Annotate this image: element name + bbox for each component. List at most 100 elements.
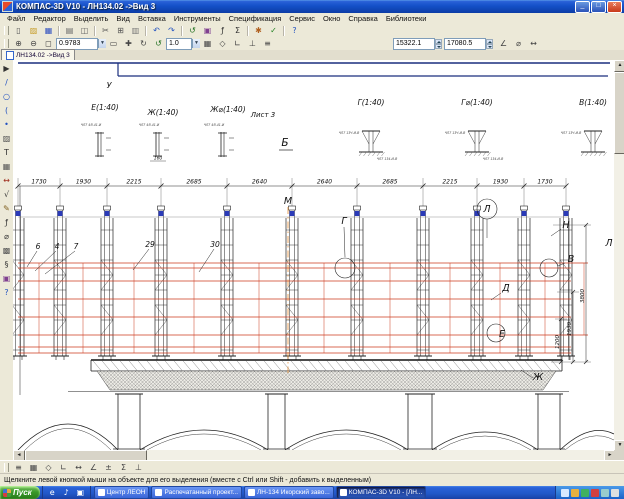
coordinate-x-spinner[interactable] xyxy=(435,38,442,49)
tray-icon[interactable] xyxy=(601,488,609,497)
grid-icon[interactable]: ▦ xyxy=(200,37,215,50)
vertical-scroll-thumb[interactable] xyxy=(614,72,624,154)
spin-down-icon[interactable] xyxy=(486,43,493,49)
copy-icon[interactable]: ⊞ xyxy=(113,24,128,37)
measure-tool-icon[interactable]: ⌀ xyxy=(0,229,13,243)
menu-item[interactable]: Выделить xyxy=(70,13,113,24)
rotate-view-icon[interactable]: ↻ xyxy=(136,37,151,50)
zoom-dropdown-icon[interactable]: ▼ xyxy=(98,39,106,48)
variables-icon[interactable]: ƒ xyxy=(215,24,230,37)
internet-explorer-icon[interactable]: e xyxy=(46,486,58,499)
dimension-icon[interactable]: ↔ xyxy=(0,173,13,187)
ortho-icon[interactable]: ∟ xyxy=(230,37,245,50)
zoom-combobox[interactable]: 0.9783 xyxy=(56,37,98,50)
toolbar-grip[interactable] xyxy=(4,39,9,48)
tray-icon[interactable] xyxy=(611,488,619,497)
pointer-icon[interactable]: ▶ xyxy=(0,61,13,75)
snap-icon[interactable]: ◇ xyxy=(215,37,230,50)
hatch-icon[interactable]: ▨ xyxy=(0,131,13,145)
specification-icon[interactable]: § xyxy=(0,257,13,271)
media-player-icon[interactable]: ♪ xyxy=(60,486,72,499)
toolbar-grip[interactable] xyxy=(4,463,9,472)
vertical-scrollbar[interactable] xyxy=(614,60,624,452)
toolbar-grip[interactable] xyxy=(4,26,9,35)
library-manager-icon[interactable]: ▣ xyxy=(200,24,215,37)
coordinate-y-spinner[interactable] xyxy=(486,38,493,49)
menu-item[interactable]: Вставка xyxy=(134,13,170,24)
table-icon[interactable]: ▦ xyxy=(0,159,13,173)
point-icon[interactable]: • xyxy=(0,117,13,131)
menu-item[interactable]: Окно xyxy=(319,13,344,24)
start-button[interactable]: Пуск xyxy=(0,486,40,499)
drawing-svg[interactable]: У Е(1:40) ЧЛ7 4Я-41-И Ж(1:40) ЧЛ7 4Я-41-И 160… xyxy=(13,60,614,450)
spell-check-icon[interactable]: ✓ xyxy=(266,24,281,37)
tray-icon[interactable] xyxy=(591,488,599,497)
measure-icon[interactable]: ↔ xyxy=(526,37,541,50)
drawing-canvas[interactable]: У Е(1:40) ЧЛ7 4Я-41-И Ж(1:40) ЧЛ7 4Я-41-И 160… xyxy=(13,60,614,450)
tray-icon[interactable] xyxy=(561,488,569,497)
drawing-line xyxy=(290,360,300,371)
pan-icon[interactable]: ✚ xyxy=(121,37,136,50)
taskbar-window-button[interactable]: Центр ЛЕОН xyxy=(93,486,150,499)
menu-item[interactable]: Справка xyxy=(344,13,381,24)
select-icon[interactable]: ▩ xyxy=(0,243,13,257)
tray-icon[interactable] xyxy=(571,488,579,497)
menu-item[interactable]: Вид xyxy=(112,13,134,24)
drawing-line xyxy=(363,151,367,157)
designation-icon[interactable]: √ xyxy=(0,187,13,201)
minimize-button[interactable] xyxy=(575,0,590,13)
menu-item[interactable]: Редактор xyxy=(29,13,69,24)
leader-line xyxy=(26,250,38,268)
circle-icon[interactable]: ○ xyxy=(0,89,13,103)
taskbar-window-button[interactable]: ЛН-134 Икорский заво... xyxy=(244,486,334,499)
edit-icon[interactable]: ✎ xyxy=(0,201,13,215)
parametric-icon[interactable]: ƒ xyxy=(0,215,13,229)
open-document-icon[interactable]: ▨ xyxy=(26,24,41,37)
redo-icon[interactable]: ↷ xyxy=(164,24,179,37)
diameter-icon[interactable]: ⌀ xyxy=(511,37,526,50)
panel-help-icon[interactable]: ? xyxy=(0,285,13,299)
drawing-line xyxy=(200,360,210,371)
scroll-up-icon[interactable] xyxy=(614,60,624,72)
print-icon[interactable]: ▤ xyxy=(62,24,77,37)
properties-icon[interactable]: ✱ xyxy=(251,24,266,37)
step-dropdown-icon[interactable]: ▼ xyxy=(192,39,200,48)
close-button[interactable] xyxy=(607,0,622,13)
local-csys-icon[interactable]: ⊥ xyxy=(245,37,260,50)
paste-icon[interactable]: ▥ xyxy=(128,24,143,37)
document-tab[interactable]: ЛН134.02 ->Вид 3 xyxy=(1,49,75,60)
drawing-line xyxy=(515,360,525,371)
tray-icon[interactable] xyxy=(581,488,589,497)
rebuild-view-icon[interactable]: ↺ xyxy=(185,24,200,37)
show-desktop-icon[interactable]: ▣ xyxy=(74,486,86,499)
maximize-button[interactable] xyxy=(591,0,606,13)
collections-icon[interactable]: ▣ xyxy=(0,271,13,285)
new-document-icon[interactable]: ▯ xyxy=(11,24,26,37)
calculator-icon[interactable]: Σ xyxy=(230,24,245,37)
dimension-text: 1200 xyxy=(555,335,561,349)
save-icon[interactable]: ▦ xyxy=(41,24,56,37)
zoom-fit-icon[interactable]: ▭ xyxy=(106,37,121,50)
arc-icon[interactable]: ( xyxy=(0,103,13,117)
menu-item[interactable]: Инструменты xyxy=(170,13,225,24)
taskbar-window-button[interactable]: КОМПАС-3D V10 - [ЛН... xyxy=(335,486,427,499)
taskbar-window-button[interactable]: Распечатанный проект... xyxy=(151,486,243,499)
menu-item[interactable]: Файл xyxy=(3,13,29,24)
cursor-step-field[interactable]: 1.0 xyxy=(166,37,192,50)
menu-item[interactable]: Библиотеки xyxy=(382,13,431,24)
help-icon[interactable]: ? xyxy=(287,24,302,37)
cut-icon[interactable]: ✂ xyxy=(98,24,113,37)
menu-item[interactable]: Спецификация xyxy=(225,13,286,24)
print-preview-icon[interactable]: ◫ xyxy=(77,24,92,37)
text-icon[interactable]: T xyxy=(0,145,13,159)
coordinate-x-field[interactable]: 15322.1 xyxy=(393,37,435,50)
refresh-icon[interactable]: ↺ xyxy=(151,37,166,50)
layers-icon[interactable]: ≡ xyxy=(260,37,275,50)
angle-icon[interactable]: ∠ xyxy=(496,37,511,50)
menu-item[interactable]: Сервис xyxy=(285,13,319,24)
coordinate-y-field[interactable]: 17080.5 xyxy=(444,37,486,50)
undo-icon[interactable]: ↶ xyxy=(149,24,164,37)
line-icon[interactable]: / xyxy=(0,75,13,89)
spin-down-icon[interactable] xyxy=(435,43,442,49)
horizontal-scrollbar[interactable] xyxy=(13,450,616,462)
